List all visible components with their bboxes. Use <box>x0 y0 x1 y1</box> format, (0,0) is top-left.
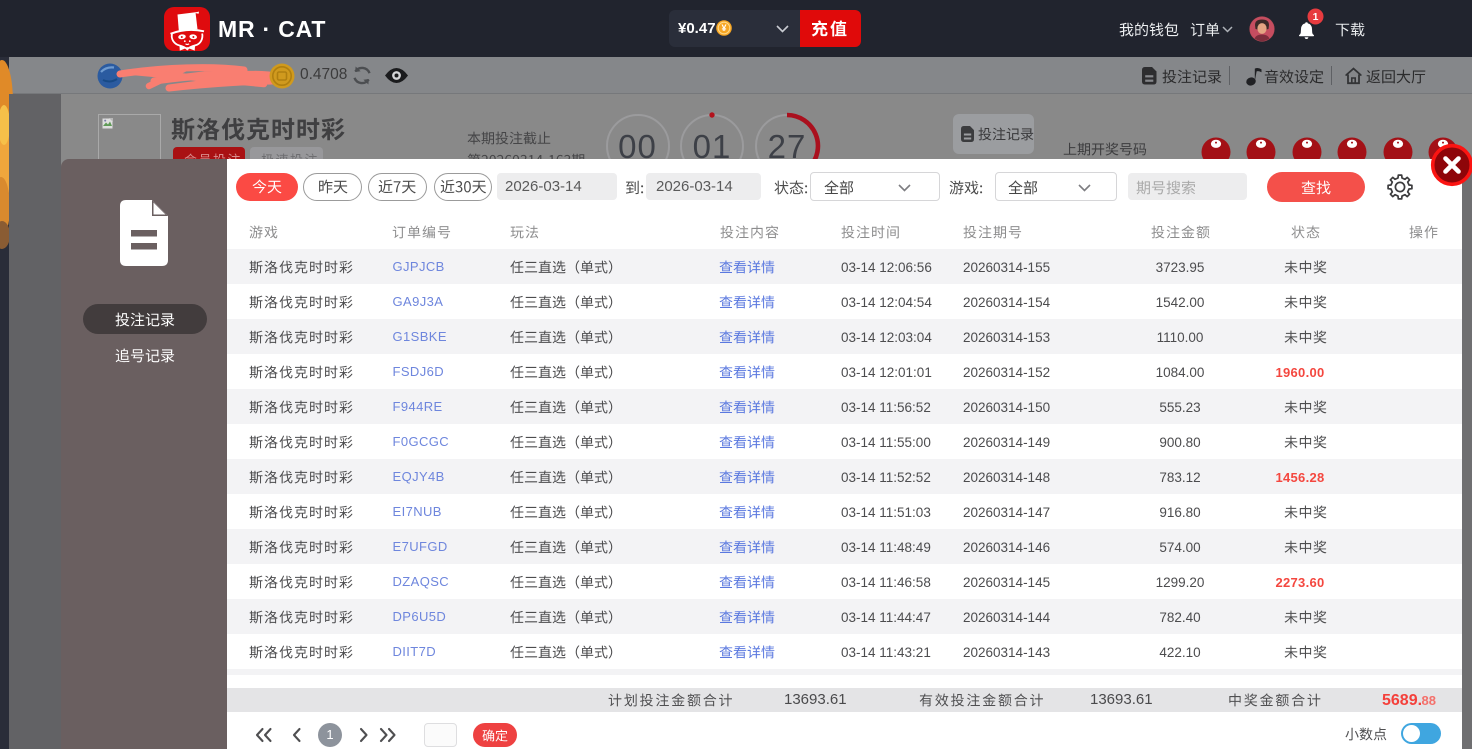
svg-text:¥: ¥ <box>721 23 726 33</box>
svg-text:1: 1 <box>1313 11 1319 23</box>
